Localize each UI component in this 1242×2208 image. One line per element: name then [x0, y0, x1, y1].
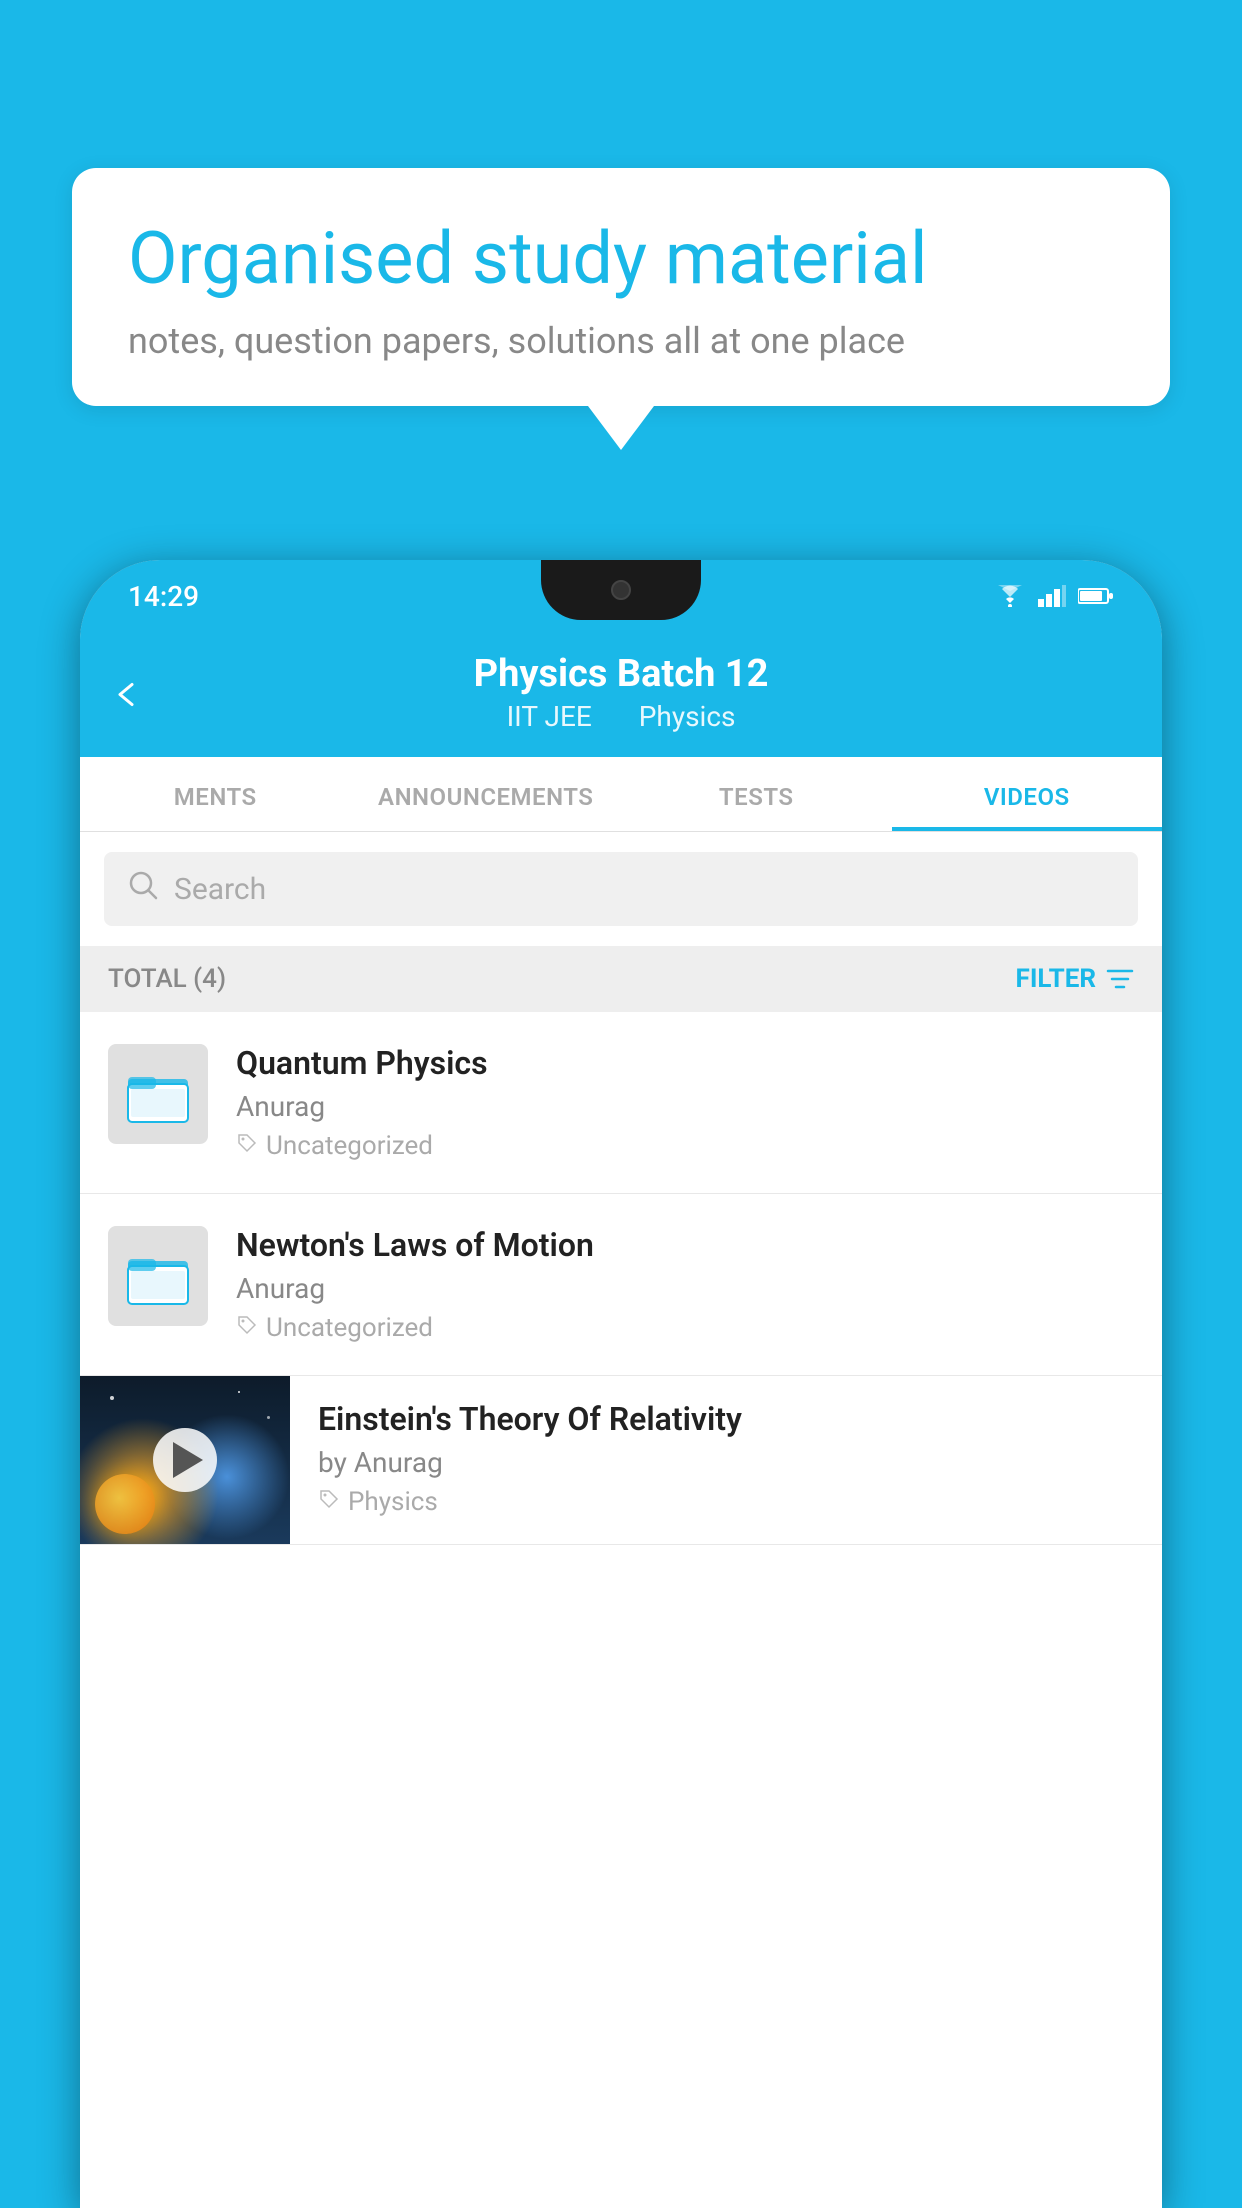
status-icons	[994, 585, 1114, 607]
video-list: Quantum Physics Anurag Uncategorized	[80, 1012, 1162, 1545]
video-author: Anurag	[236, 1090, 1134, 1123]
speech-bubble: Organised study material notes, question…	[72, 168, 1170, 406]
app-header: Physics Batch 12 IIT JEE Physics	[80, 632, 1162, 757]
video-thumbnail	[108, 1226, 208, 1326]
video-info: Einstein's Theory Of Relativity by Anura…	[290, 1376, 1162, 1541]
filter-icon	[1106, 965, 1134, 993]
video-tag: Uncategorized	[236, 1313, 1134, 1343]
video-thumbnail	[108, 1044, 208, 1144]
battery-icon	[1078, 587, 1114, 605]
video-author: Anurag	[236, 1272, 1134, 1305]
filter-bar: TOTAL (4) FILTER	[80, 946, 1162, 1012]
tag-label: Uncategorized	[266, 1131, 433, 1161]
search-icon	[128, 870, 158, 908]
tag-icon	[236, 1313, 258, 1343]
bubble-title: Organised study material	[128, 216, 1114, 302]
video-title: Quantum Physics	[236, 1044, 1134, 1082]
status-time: 14:29	[128, 580, 199, 613]
header-subtitle: IIT JEE Physics	[120, 700, 1122, 733]
search-bar-container: Search	[80, 832, 1162, 946]
status-bar: 14:29	[80, 560, 1162, 632]
notch	[541, 560, 701, 620]
filter-label: FILTER	[1016, 964, 1096, 994]
phone-inner: 14:29	[80, 560, 1162, 2208]
signal-icon	[1038, 585, 1066, 607]
tab-announcements[interactable]: ANNOUNCEMENTS	[351, 757, 622, 831]
tag-icon	[318, 1487, 340, 1517]
tab-bar: MENTS ANNOUNCEMENTS TESTS VIDEOS	[80, 757, 1162, 832]
video-info: Quantum Physics Anurag Uncategorized	[236, 1044, 1134, 1161]
video-title: Einstein's Theory Of Relativity	[318, 1400, 1134, 1438]
tab-tests[interactable]: TESTS	[621, 757, 892, 831]
play-icon	[173, 1442, 203, 1478]
tag-icon	[236, 1131, 258, 1161]
list-item[interactable]: Quantum Physics Anurag Uncategorized	[80, 1012, 1162, 1194]
video-info: Newton's Laws of Motion Anurag Uncategor…	[236, 1226, 1134, 1343]
folder-icon	[123, 1059, 193, 1129]
filter-button[interactable]: FILTER	[1016, 964, 1134, 994]
tab-ments[interactable]: MENTS	[80, 757, 351, 831]
phone-frame: 14:29	[80, 560, 1162, 2208]
camera-dot	[611, 580, 631, 600]
tab-videos[interactable]: VIDEOS	[892, 757, 1163, 831]
wifi-icon	[994, 585, 1026, 607]
search-placeholder: Search	[174, 872, 266, 907]
list-item[interactable]: Newton's Laws of Motion Anurag Uncategor…	[80, 1194, 1162, 1376]
tag-label: Physics	[348, 1487, 438, 1517]
bubble-subtitle: notes, question papers, solutions all at…	[128, 320, 1114, 362]
folder-icon	[123, 1241, 193, 1311]
search-input[interactable]: Search	[104, 852, 1138, 926]
list-item[interactable]: Einstein's Theory Of Relativity by Anura…	[80, 1376, 1162, 1545]
play-button[interactable]	[153, 1428, 217, 1492]
video-title: Newton's Laws of Motion	[236, 1226, 1134, 1264]
video-tag: Uncategorized	[236, 1131, 1134, 1161]
tag-label: Uncategorized	[266, 1313, 433, 1343]
app-body: Search TOTAL (4) FILTER	[80, 832, 1162, 2208]
header-subtitle-part2: Physics	[639, 700, 736, 733]
back-button[interactable]	[112, 671, 140, 718]
einstein-thumbnail	[80, 1376, 290, 1544]
video-author: by Anurag	[318, 1446, 1134, 1479]
header-title: Physics Batch 12	[120, 652, 1122, 696]
total-label: TOTAL (4)	[108, 964, 226, 994]
video-tag: Physics	[318, 1487, 1134, 1517]
header-subtitle-part1: IIT JEE	[507, 700, 592, 733]
